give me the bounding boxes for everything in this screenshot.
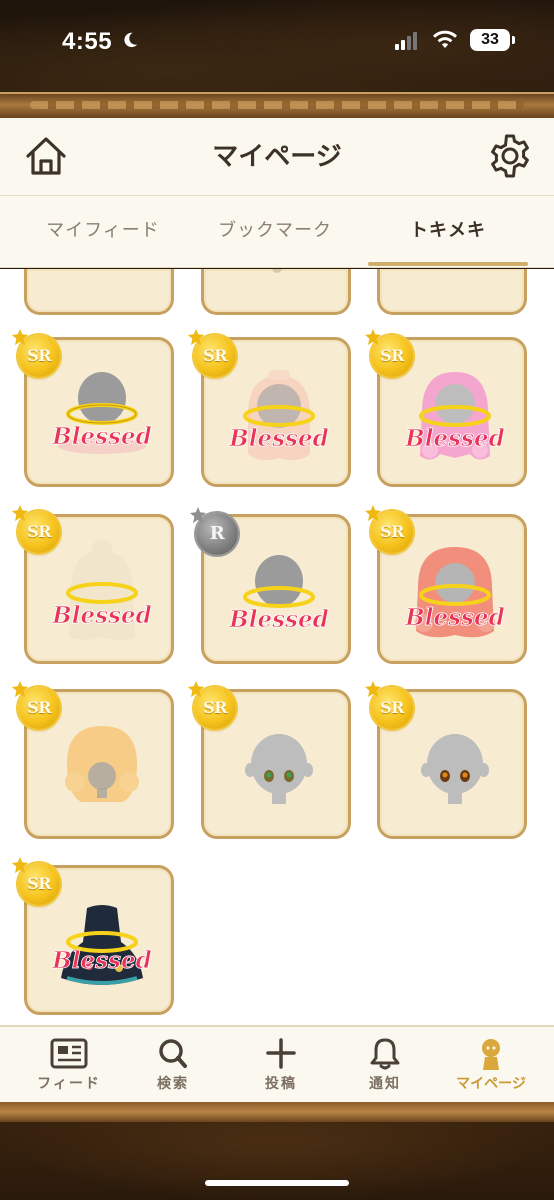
- nav-feed-label: フィード: [37, 1076, 101, 1092]
- star-icon: [188, 681, 204, 697]
- star-icon: [365, 681, 381, 697]
- item-thumbnail: Blessed: [394, 354, 516, 476]
- star-icon: [12, 505, 28, 521]
- blessed-label: Blessed: [228, 606, 328, 633]
- bell-icon: [370, 1038, 400, 1070]
- blessed-label: Blessed: [404, 604, 504, 631]
- search-icon: [159, 1039, 187, 1068]
- star-icon: [12, 329, 28, 345]
- nav-post[interactable]: 投稿: [226, 1027, 336, 1104]
- nav-mypage-label: マイページ: [456, 1076, 526, 1092]
- top-ornament-trim: [0, 92, 554, 118]
- item-thumbnail: [218, 706, 340, 828]
- moon-icon: [124, 32, 138, 48]
- item-thumbnail: Blessed: [41, 531, 163, 653]
- mypage-avatar-icon: [482, 1039, 500, 1070]
- nav-notifications[interactable]: 通知: [330, 1027, 440, 1104]
- plus-icon: [266, 1038, 296, 1069]
- tab-tokimeki[interactable]: トキメキ: [363, 196, 533, 268]
- blessed-label: Blessed: [51, 423, 151, 450]
- tab-bar: マイフィード ブックマーク トキメキ: [0, 196, 554, 268]
- blessed-label: Blessed: [51, 602, 151, 629]
- item-thumbnail: Blessed: [41, 882, 163, 1004]
- item-thumbnail: Blessed: [218, 354, 340, 476]
- star-icon: [365, 505, 381, 521]
- settings-gear-button[interactable]: [486, 132, 534, 180]
- wifi-icon: [433, 30, 457, 48]
- cellular-signal-icon: [395, 32, 417, 50]
- item-thumbnail: Blessed: [41, 354, 163, 476]
- bottom-navigation: フィード 検索 投稿 通知 マイページ: [0, 1025, 554, 1102]
- battery-level: 33: [481, 31, 499, 48]
- active-tab-indicator: [368, 262, 528, 266]
- item-card-partial[interactable]: [377, 269, 527, 315]
- battery-icon: 33: [470, 29, 515, 51]
- blessed-label: Blessed: [404, 425, 504, 452]
- newspaper-icon: [50, 1038, 88, 1069]
- status-time: 4:55: [62, 28, 113, 55]
- status-bar: 4:55 33: [0, 0, 554, 84]
- tab-my-feed[interactable]: マイフィード: [18, 196, 188, 268]
- nav-search[interactable]: 検索: [118, 1027, 228, 1104]
- nav-feed[interactable]: フィード: [14, 1027, 124, 1104]
- item-card-partial[interactable]: [24, 269, 174, 315]
- item-thumbnail: Blessed: [218, 531, 340, 653]
- star-icon: [365, 329, 381, 345]
- app-header: マイページ: [0, 118, 554, 196]
- item-card-partial[interactable]: [201, 269, 351, 315]
- star-icon: [12, 681, 28, 697]
- item-thumbnail: Blessed: [394, 531, 516, 653]
- tab-bookmark[interactable]: ブックマーク: [190, 196, 360, 268]
- bottom-ornament-trim: [0, 1102, 554, 1122]
- nav-notifications-label: 通知: [369, 1076, 401, 1092]
- blessed-label: Blessed: [51, 947, 151, 974]
- star-icon: [188, 329, 204, 345]
- star-icon: [12, 857, 28, 873]
- blessed-label: Blessed: [228, 425, 328, 452]
- nav-post-label: 投稿: [265, 1076, 297, 1092]
- nav-search-label: 検索: [157, 1076, 189, 1092]
- home-indicator[interactable]: [205, 1180, 349, 1186]
- item-thumbnail: [41, 706, 163, 828]
- item-thumbnail: [394, 706, 516, 828]
- star-icon: [190, 507, 206, 523]
- page-title: マイページ: [212, 142, 342, 172]
- nav-mypage[interactable]: マイページ: [436, 1027, 546, 1104]
- tokimeki-item-grid[interactable]: Blessed Blessed Blessed Blessed Blessed …: [0, 269, 554, 1025]
